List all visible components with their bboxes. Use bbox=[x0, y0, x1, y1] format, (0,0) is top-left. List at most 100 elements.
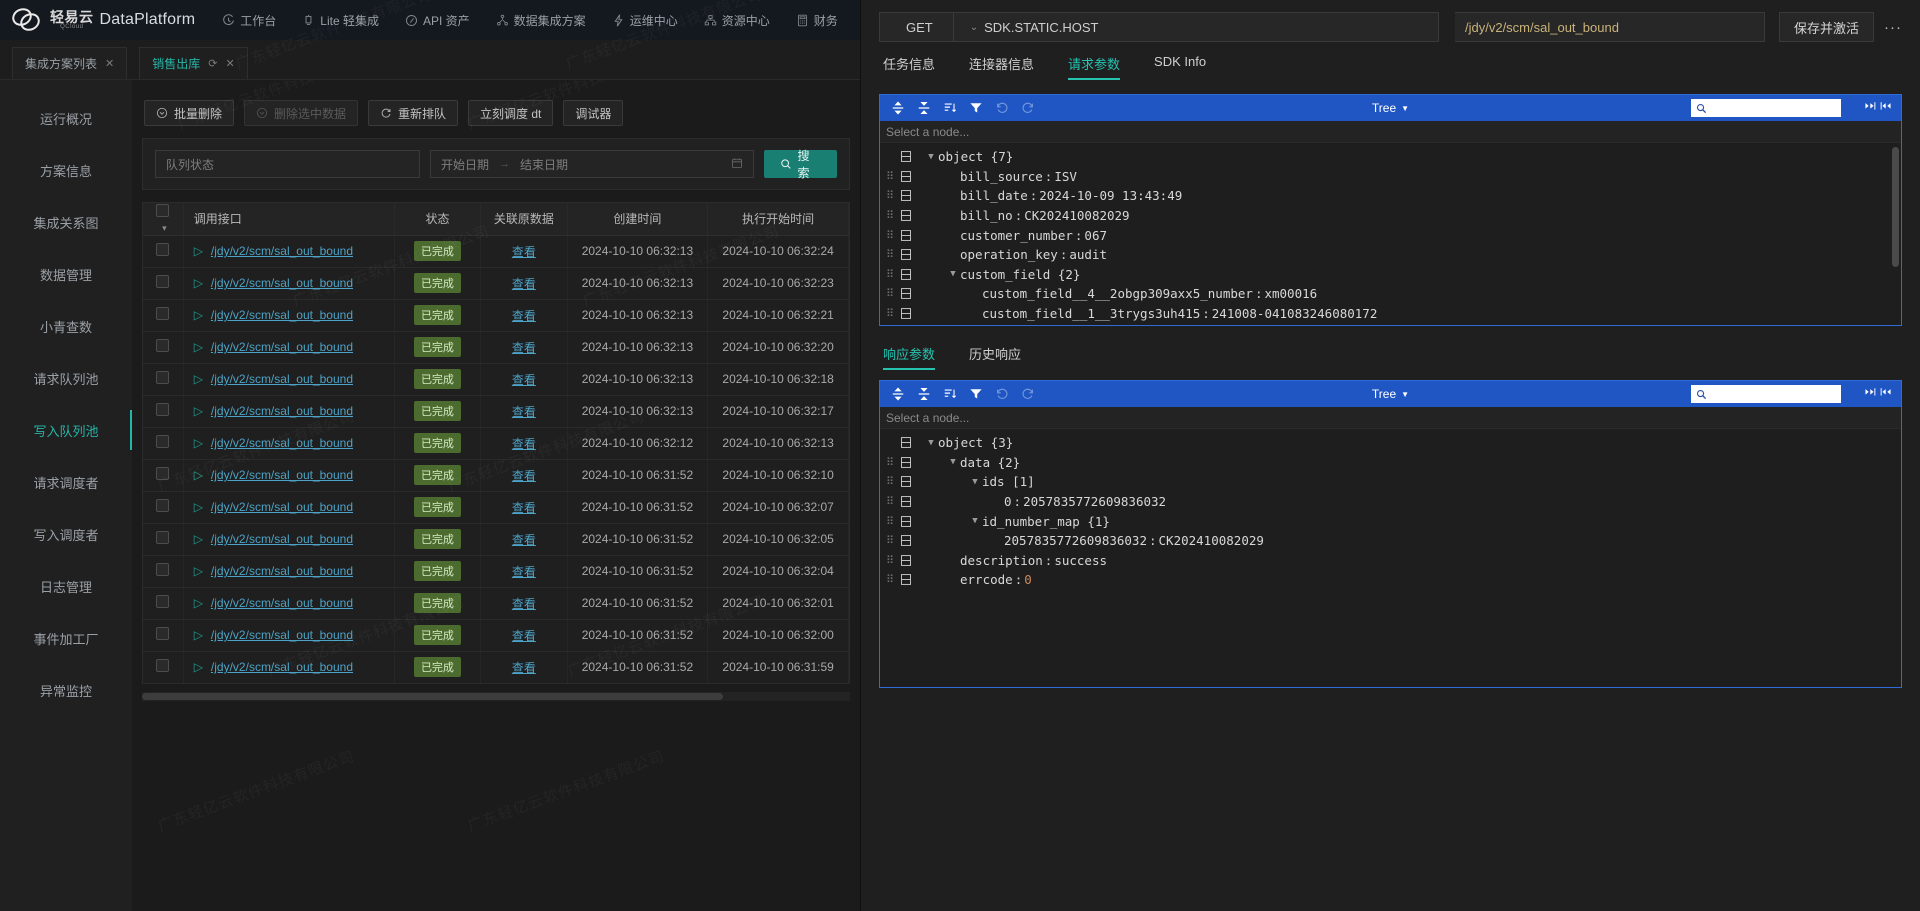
node-menu-icon[interactable] bbox=[898, 308, 914, 319]
expand-all-icon[interactable] bbox=[886, 97, 910, 119]
save-and-activate-button[interactable]: 保存并激活 bbox=[1778, 12, 1874, 42]
search-next-icon[interactable] bbox=[1880, 99, 1893, 117]
run-icon[interactable]: ▷ bbox=[194, 564, 203, 578]
row-select-cell[interactable] bbox=[143, 267, 184, 300]
json-tree-row[interactable]: ⠿ ▼custom_field__4__2obgp309axx5_number:x… bbox=[880, 284, 1901, 304]
search-next-icon[interactable] bbox=[1880, 385, 1893, 403]
view-link[interactable]: 查看 bbox=[512, 661, 536, 675]
select-all-header[interactable]: ▾ bbox=[143, 203, 184, 236]
row-select-cell[interactable] bbox=[143, 395, 184, 428]
sort-icon[interactable] bbox=[938, 97, 962, 119]
row-checkbox[interactable] bbox=[156, 307, 170, 320]
view-link[interactable]: 查看 bbox=[512, 469, 536, 483]
queue-status-select[interactable]: 队列状态 bbox=[155, 150, 421, 178]
node-menu-icon[interactable] bbox=[898, 496, 914, 507]
drag-handle-icon[interactable]: ⠿ bbox=[886, 307, 898, 320]
json-tree-row[interactable]: ⠿ ▼customer_number:067 bbox=[880, 225, 1901, 245]
more-options-icon[interactable]: ··· bbox=[1884, 19, 1902, 36]
sort-icon[interactable] bbox=[938, 383, 962, 405]
close-icon[interactable]: ✕ bbox=[225, 57, 234, 70]
api-link[interactable]: /jdy/v2/scm/sal_out_bound bbox=[211, 564, 353, 578]
editor-search-input[interactable] bbox=[1691, 385, 1841, 403]
node-menu-icon[interactable] bbox=[898, 249, 914, 261]
nav-item-data-integration[interactable]: 数据集成方案 bbox=[483, 0, 599, 40]
nav-item-workbench[interactable]: 工作台 bbox=[209, 0, 289, 40]
node-menu-icon[interactable] bbox=[898, 554, 914, 566]
drag-handle-icon[interactable]: ⠿ bbox=[886, 475, 898, 488]
nav-item-finance[interactable]: 财务 bbox=[783, 0, 851, 40]
sidebar-item-data-management[interactable]: 数据管理 bbox=[0, 248, 132, 300]
row-select-cell[interactable] bbox=[143, 235, 184, 268]
nav-item-resource-center[interactable]: 资源中心 bbox=[691, 0, 783, 40]
table-row[interactable]: ▷ /jdy/v2/scm/sal_out_bound 已完成 查看 2024-10-1… bbox=[143, 491, 849, 524]
response-json-tree[interactable]: ▼object {3}⠿▼data {2}⠿▼ids [1]⠿▼0:205783… bbox=[880, 429, 1901, 687]
batch-delete-button[interactable]: 批量删除 bbox=[144, 100, 235, 126]
api-link[interactable]: /jdy/v2/scm/sal_out_bound bbox=[211, 532, 353, 546]
run-icon[interactable]: ▷ bbox=[194, 244, 203, 258]
sidebar-item-event-factory[interactable]: 事件加工厂 bbox=[0, 612, 132, 664]
response-select-node-bar[interactable]: Select a node... bbox=[880, 407, 1901, 429]
table-row[interactable]: ▷ /jdy/v2/scm/sal_out_bound 已完成 查看 2024-10-1… bbox=[143, 395, 849, 428]
date-range-picker[interactable]: 开始日期 → 结束日期 bbox=[430, 150, 754, 178]
run-icon[interactable]: ▷ bbox=[194, 468, 203, 482]
row-select-cell[interactable] bbox=[143, 651, 184, 684]
run-icon[interactable]: ▷ bbox=[194, 436, 203, 450]
drag-handle-icon[interactable]: ⠿ bbox=[886, 170, 898, 183]
view-link[interactable]: 查看 bbox=[512, 341, 536, 355]
row-checkbox[interactable] bbox=[156, 371, 170, 384]
editor-mode-select[interactable]: Tree ▼ bbox=[1372, 387, 1409, 401]
row-checkbox[interactable] bbox=[156, 563, 170, 576]
expand-all-icon[interactable] bbox=[886, 383, 910, 405]
api-link[interactable]: /jdy/v2/scm/sal_out_bound bbox=[211, 628, 353, 642]
table-row[interactable]: ▷ /jdy/v2/scm/sal_out_bound 已完成 查看 2024-10-1… bbox=[143, 331, 849, 364]
json-tree-row[interactable]: ⠿ ▼custom_field__1__3trygs3uh415:241008-0… bbox=[880, 304, 1901, 324]
view-link[interactable]: 查看 bbox=[512, 309, 536, 323]
api-link[interactable]: /jdy/v2/scm/sal_out_bound bbox=[211, 276, 353, 290]
host-select[interactable]: ⌄ SDK.STATIC.HOST bbox=[954, 20, 1099, 35]
drag-handle-icon[interactable]: ⠿ bbox=[886, 209, 898, 222]
api-link[interactable]: /jdy/v2/scm/sal_out_bound bbox=[211, 308, 353, 322]
drag-handle-icon[interactable]: ⠿ bbox=[886, 534, 898, 547]
json-tree-row[interactable]: ⠿ ▼bill_no:CK202410082029 bbox=[880, 206, 1901, 226]
row-checkbox[interactable] bbox=[156, 595, 170, 608]
node-menu-icon[interactable] bbox=[898, 476, 914, 488]
json-tree-row[interactable]: ⠿ ▼2057835772609836032:CK202410082029 bbox=[880, 531, 1901, 551]
node-menu-icon[interactable] bbox=[898, 171, 914, 182]
json-tree-row[interactable]: ▼ object {3} bbox=[880, 433, 1901, 453]
expand-caret-icon[interactable]: ▼ bbox=[946, 269, 960, 279]
tab-response-params[interactable]: 响应参数 bbox=[883, 344, 936, 370]
view-link[interactable]: 查看 bbox=[512, 277, 536, 291]
row-select-cell[interactable] bbox=[143, 299, 184, 332]
table-row[interactable]: ▷ /jdy/v2/scm/sal_out_bound 已完成 查看 2024-10-1… bbox=[143, 235, 849, 268]
sidebar-item-request-queue-pool[interactable]: 请求队列池 bbox=[0, 352, 132, 404]
run-icon[interactable]: ▷ bbox=[194, 596, 203, 610]
search-button[interactable]: 搜索 bbox=[763, 149, 837, 180]
schedule-now-button[interactable]: 立刻调度 dt bbox=[468, 100, 554, 126]
run-icon[interactable]: ▷ bbox=[194, 372, 203, 386]
json-tree-row[interactable]: ⠿▼material_entity [2] bbox=[880, 323, 1901, 325]
api-link[interactable]: /jdy/v2/scm/sal_out_bound bbox=[211, 340, 353, 354]
node-menu-icon[interactable] bbox=[898, 574, 914, 586]
nav-item-ops-center[interactable]: 运维中心 bbox=[599, 0, 691, 40]
table-row[interactable]: ▷ /jdy/v2/scm/sal_out_bound 已完成 查看 2024-10-1… bbox=[143, 619, 849, 652]
row-checkbox[interactable] bbox=[156, 275, 170, 288]
node-menu-icon[interactable] bbox=[898, 151, 914, 163]
node-menu-icon[interactable] bbox=[898, 229, 914, 241]
filter-icon[interactable] bbox=[964, 383, 988, 405]
tab-connector-info[interactable]: 连接器信息 bbox=[969, 54, 1034, 80]
run-icon[interactable]: ▷ bbox=[194, 628, 203, 642]
run-icon[interactable]: ▷ bbox=[194, 500, 203, 514]
row-checkbox[interactable] bbox=[156, 627, 170, 640]
node-menu-icon[interactable] bbox=[898, 535, 914, 547]
tab-integration-list[interactable]: 集成方案列表 ✕ bbox=[12, 47, 128, 79]
table-row[interactable]: ▷ /jdy/v2/scm/sal_out_bound 已完成 查看 2024-10-1… bbox=[143, 651, 849, 684]
run-icon[interactable]: ▷ bbox=[194, 532, 203, 546]
node-menu-icon[interactable] bbox=[898, 268, 914, 280]
sidebar-item-relation-graph[interactable]: 集成关系图 bbox=[0, 196, 132, 248]
view-link[interactable]: 查看 bbox=[512, 565, 536, 579]
json-tree-row[interactable]: ⠿ ▼bill_date:2024-10-09 13:43:49 bbox=[880, 186, 1901, 206]
json-tree-row[interactable]: ⠿ ▼ ids [1] bbox=[880, 472, 1901, 492]
request-json-tree[interactable]: ▼object {7}⠿▼bill_source:ISV⠿▼bill_date:… bbox=[880, 143, 1901, 325]
requeue-button[interactable]: 重新排队 bbox=[368, 100, 459, 126]
filter-icon[interactable] bbox=[964, 97, 988, 119]
